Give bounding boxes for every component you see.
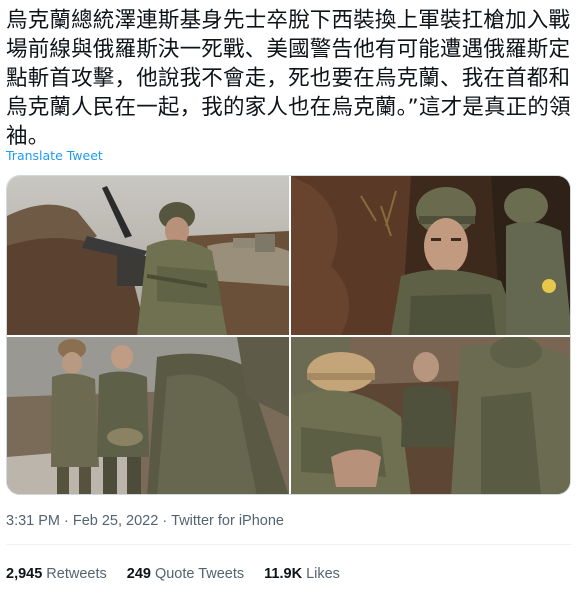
media-grid: [6, 175, 571, 495]
likes-label: Likes: [306, 566, 340, 582]
likes-count: 11.9K: [264, 566, 303, 582]
tweet-text: 烏克蘭總統澤連斯基身先士卒脫下西裝換上軍裝扛槍加入戰場前線與俄羅斯決一死戰、美國…: [6, 8, 571, 149]
soldiers-in-trench-image: [291, 337, 570, 494]
tweet-timestamp-link[interactable]: 3:31 PM · Feb 25, 2022: [6, 513, 158, 529]
quote-tweets-stat[interactable]: 249 Quote Tweets: [127, 566, 244, 582]
tweet-source-link[interactable]: Twitter for iPhone: [171, 513, 284, 529]
photo-2[interactable]: [291, 176, 570, 335]
tweet-date: Feb 25, 2022: [72, 513, 159, 529]
retweets-count: 2,945: [6, 566, 43, 582]
soldier-machine-gun-image: [7, 176, 289, 335]
photo-4[interactable]: [291, 337, 570, 494]
divider: [6, 544, 572, 545]
retweets-label: Retweets: [46, 566, 107, 582]
tweet-stats: 2,945 Retweets 249 Quote Tweets 11.9K Likes: [6, 566, 340, 582]
photo-3[interactable]: [7, 337, 289, 494]
tweet-time: 3:31 PM: [6, 513, 60, 529]
man-in-helmet-image: [291, 176, 570, 335]
quote-tweets-label: Quote Tweets: [154, 566, 245, 582]
separator-dot: ·: [64, 513, 69, 529]
photo-1[interactable]: [7, 176, 289, 335]
separator-dot: ·: [162, 513, 168, 529]
retweets-stat[interactable]: 2,945 Retweets: [6, 566, 107, 582]
likes-stat[interactable]: 11.9K Likes: [264, 566, 340, 582]
group-walking-image: [7, 337, 289, 494]
quote-tweets-count: 249: [126, 566, 151, 582]
tweet-meta: 3:31 PM · Feb 25, 2022 · Twitter for iPhone: [6, 513, 284, 529]
translate-tweet-link[interactable]: Translate Tweet: [6, 148, 103, 163]
